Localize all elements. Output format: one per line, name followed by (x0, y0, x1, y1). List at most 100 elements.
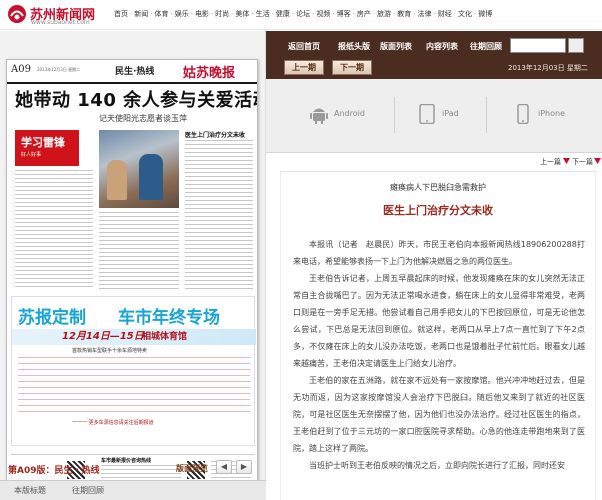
nav-separator: · (150, 10, 153, 18)
nav-separator: · (251, 10, 254, 18)
divider (394, 97, 395, 133)
divider (486, 97, 487, 133)
toolbar-content-list-link[interactable]: 内容列表 (426, 41, 458, 52)
toolbar-page-list-link[interactable]: 版面列表 (380, 41, 412, 52)
site-nav-item[interactable]: 旅游 (377, 9, 391, 19)
ad-dates: 12月14日—15日 (62, 331, 144, 342)
nav-separator: · (190, 10, 193, 18)
site-nav-item[interactable]: 房产 (357, 9, 371, 19)
nav-separator: · (271, 10, 274, 18)
nav-separator: · (372, 10, 376, 18)
side-story-headline[interactable]: 医生上门治疗分文未收 (185, 130, 245, 139)
ad-title-left: 苏报定制 (18, 308, 86, 328)
page-preview-panel: A09 2013年12月3日 星期二 民生·热线 姑苏晚报 她带动 140 余人… (0, 31, 266, 500)
next-page-button[interactable]: ▶ (236, 460, 252, 474)
badge-title: 学习雷锋 (21, 136, 65, 149)
nav-separator: · (231, 10, 234, 18)
masthead: 姑苏晚报 (183, 66, 236, 81)
logo-url: www.subaonet.com (31, 19, 90, 26)
newspaper-page-image[interactable]: A09 2013年12月3日 星期二 民生·热线 姑苏晚报 她带动 140 余人… (6, 59, 258, 487)
ipad-icon (419, 104, 435, 124)
site-nav-item[interactable]: 教育 (397, 9, 411, 19)
page-headline[interactable]: 她带动 140 余人参与关爱活动 (15, 86, 257, 112)
article-paragraph: 当班护士听到王老伯反映的情况之后，立即向院长进行了汇报，同时还安 (309, 461, 565, 470)
site-nav-item[interactable]: 法律 (418, 9, 432, 19)
app-download-bar: Android iPad iPhone (266, 79, 602, 153)
nav-separator: · (453, 10, 456, 18)
site-nav-item[interactable]: 文化 (458, 9, 472, 19)
car-fair-advertisement: 苏报定制 车市年终专场 12月14日—15日 相城体育馆 首款热销车型联手十余车… (11, 296, 256, 446)
page-preview-label: 版面预览 (176, 464, 208, 473)
site-nav-item[interactable]: 博客 (337, 9, 351, 19)
site-logo[interactable]: 苏州新闻网 www.subaonet.com (6, 3, 102, 27)
site-nav-item[interactable]: 娱乐 (175, 9, 189, 19)
next-issue-button[interactable]: 下一期 (332, 60, 372, 75)
toolbar-archive-link[interactable]: 往期回顾 (470, 41, 502, 52)
news-photo (99, 130, 179, 208)
search-input[interactable] (510, 38, 566, 53)
nav-separator: · (393, 10, 396, 18)
ad-title-right: 车市年终专场 (118, 308, 220, 328)
site-header: 苏州新闻网 www.subaonet.com 首页 · 新闻 · 体育 · 娱乐 · 电影 · 时尚… (0, 0, 602, 30)
ad-tagline: 首款热销车型联手十余车源地特卖 (72, 348, 148, 354)
site-nav-item[interactable]: 生活 (256, 9, 270, 19)
android-label: Android (334, 109, 365, 118)
site-nav-item[interactable]: 新闻 (134, 9, 148, 19)
next-article-link[interactable]: 下一篇 (572, 157, 593, 167)
toolbar-front-page-link[interactable]: 报纸头版 (338, 41, 370, 52)
nav-separator: · (332, 10, 335, 18)
page-subheadline: 记天使阳光志愿者谈玉萍 (99, 114, 187, 123)
nav-separator: · (130, 10, 133, 18)
article-title: 医生上门治疗分文未收 (383, 204, 493, 217)
triangle-icon (594, 158, 601, 164)
issue-date: 2013年12月03日 星期二 (508, 64, 588, 72)
article-nav: 上一篇 下一篇 (266, 153, 602, 171)
site-nav-item[interactable]: 财经 (438, 9, 452, 19)
page-section: 民生·热线 (115, 67, 155, 77)
nav-separator: · (433, 10, 436, 18)
site-nav-item[interactable]: 微博 (478, 9, 492, 19)
text-column (185, 140, 253, 290)
iphone-label: iPhone (538, 109, 566, 118)
badge-subtitle: 好人好事 (21, 152, 42, 158)
site-nav: 首页 · 新闻 · 体育 · 娱乐 · 电影 · 时尚 · 美体 · 生活 · 健康 · 论坛 · 视频 · 博客 · 房产 · 旅… (114, 9, 492, 21)
site-nav-item[interactable]: 电影 (195, 9, 209, 19)
text-column (99, 212, 179, 290)
site-nav-item[interactable]: 健康 (276, 9, 290, 19)
photo-figure (107, 160, 127, 200)
site-nav-item[interactable]: 体育 (154, 9, 168, 19)
current-page-label: 第A09版：民生・热线 (8, 466, 100, 476)
photo-figure (139, 154, 163, 200)
site-nav-item[interactable]: 美体 (235, 9, 249, 19)
article-paragraph: 本报讯（记者 赵晨民）昨天，市民王老伯向本报新闻热线18906200288打来电… (293, 240, 585, 266)
site-nav-item[interactable]: 时尚 (215, 9, 229, 19)
article-body: 本报讯（记者 赵晨民）昨天，市民王老伯向本报新闻热线18906200288打来电… (293, 236, 585, 474)
prev-issue-button[interactable]: 上一期 (284, 60, 324, 75)
site-nav-item[interactable]: 论坛 (296, 9, 310, 19)
reader-toolbar: 返回首页 报纸头版 版面列表 内容列表 往期回顾 上一期 下一期 2013年12… (266, 31, 602, 79)
toolbar-home-link[interactable]: 返回首页 (288, 41, 320, 52)
text-column (15, 170, 93, 290)
triangle-icon (563, 158, 570, 164)
page-preview-footer: 第A09版：民生・热线 版面预览 ◀ ▶ (0, 458, 266, 480)
tab-page-titles[interactable]: 本版标题 (14, 485, 46, 496)
page-header: A09 2013年12月3日 星期二 民生·热线 姑苏晚报 (7, 60, 257, 84)
nav-separator: · (210, 10, 214, 18)
nav-separator: · (473, 10, 477, 18)
left-tabs: 本版标题 往期回顾 (0, 480, 266, 500)
article-content: 瘫痪病人下巴脱臼急需救护 医生上门治疗分文未收 本报讯（记者 赵晨民）昨天，市民… (280, 171, 596, 500)
prev-article-link[interactable]: 上一篇 (540, 157, 561, 167)
nav-separator: · (312, 10, 315, 18)
nav-separator: · (413, 10, 416, 18)
ipad-label: iPad (442, 109, 459, 118)
tab-past-issues[interactable]: 往期回顾 (72, 485, 104, 496)
ad-footer: 一一一 更多车源信息请关注后期报道 (72, 420, 154, 426)
site-nav-item[interactable]: 首页 (114, 9, 128, 19)
logo-icon (8, 5, 26, 23)
nav-separator: · (291, 10, 295, 18)
prev-page-button[interactable]: ◀ (216, 460, 232, 474)
site-nav-item[interactable]: 视频 (316, 9, 330, 19)
nav-separator: · (352, 10, 355, 18)
search-button[interactable] (568, 38, 584, 53)
page-number: A09 (11, 64, 31, 75)
